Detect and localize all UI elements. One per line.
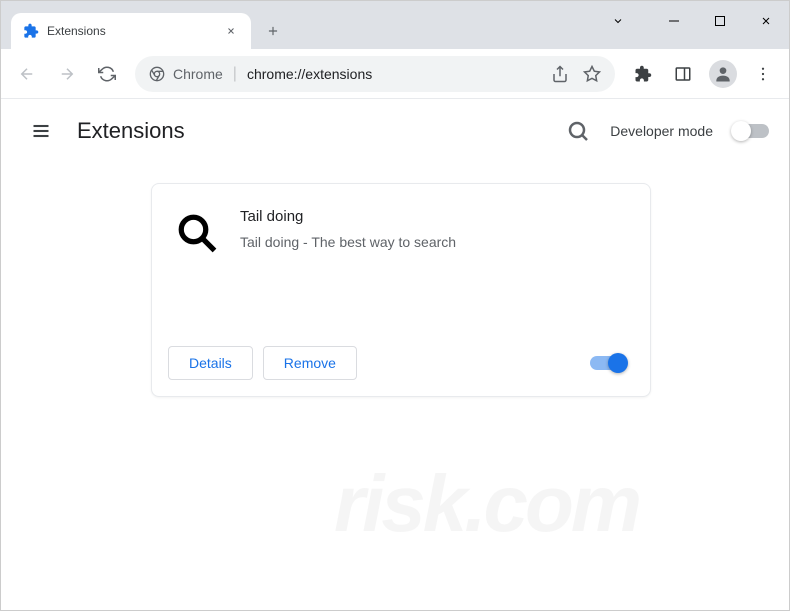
back-button[interactable] — [9, 56, 45, 92]
kebab-menu-icon[interactable] — [745, 56, 781, 92]
watermark: risk.com — [334, 458, 639, 550]
share-icon[interactable] — [551, 65, 569, 83]
avatar-icon — [709, 60, 737, 88]
bookmark-star-icon[interactable] — [583, 65, 601, 83]
profile-button[interactable] — [705, 56, 741, 92]
reload-button[interactable] — [89, 56, 125, 92]
remove-button[interactable]: Remove — [263, 346, 357, 380]
window-controls — [595, 1, 789, 41]
forward-button[interactable] — [49, 56, 85, 92]
extensions-icon[interactable] — [625, 56, 661, 92]
puzzle-piece-icon — [23, 23, 39, 39]
page-title: Extensions — [77, 118, 185, 144]
extension-enable-toggle[interactable] — [590, 356, 626, 370]
search-icon — [176, 212, 218, 254]
maximize-button[interactable] — [697, 1, 743, 41]
extensions-header: Extensions Developer mode — [1, 99, 789, 163]
close-window-button[interactable] — [743, 1, 789, 41]
chevron-down-icon[interactable] — [595, 1, 641, 41]
new-tab-button[interactable] — [259, 17, 287, 45]
developer-mode-toggle[interactable] — [733, 124, 769, 138]
extension-card: Tail doing Tail doing - The best way to … — [151, 183, 651, 397]
extensions-list: Tail doing Tail doing - The best way to … — [1, 163, 789, 397]
url-path: chrome://extensions — [247, 66, 372, 82]
sidepanel-icon[interactable] — [665, 56, 701, 92]
browser-toolbar: Chrome | chrome://extensions — [1, 49, 789, 99]
tab-title: Extensions — [47, 24, 223, 38]
details-button[interactable]: Details — [168, 346, 253, 380]
developer-mode-label: Developer mode — [610, 123, 713, 139]
close-tab-button[interactable] — [223, 23, 239, 39]
url-prefix: Chrome — [173, 66, 223, 82]
hamburger-menu-icon[interactable] — [21, 111, 61, 151]
window-titlebar: Extensions — [1, 1, 789, 49]
chrome-icon — [149, 66, 165, 82]
minimize-button[interactable] — [651, 1, 697, 41]
extension-description: Tail doing - The best way to search — [240, 233, 626, 253]
browser-tab[interactable]: Extensions — [11, 13, 251, 49]
address-bar[interactable]: Chrome | chrome://extensions — [135, 56, 615, 92]
extension-name: Tail doing — [240, 208, 626, 225]
url-separator: | — [233, 65, 237, 83]
search-icon[interactable] — [566, 119, 590, 143]
